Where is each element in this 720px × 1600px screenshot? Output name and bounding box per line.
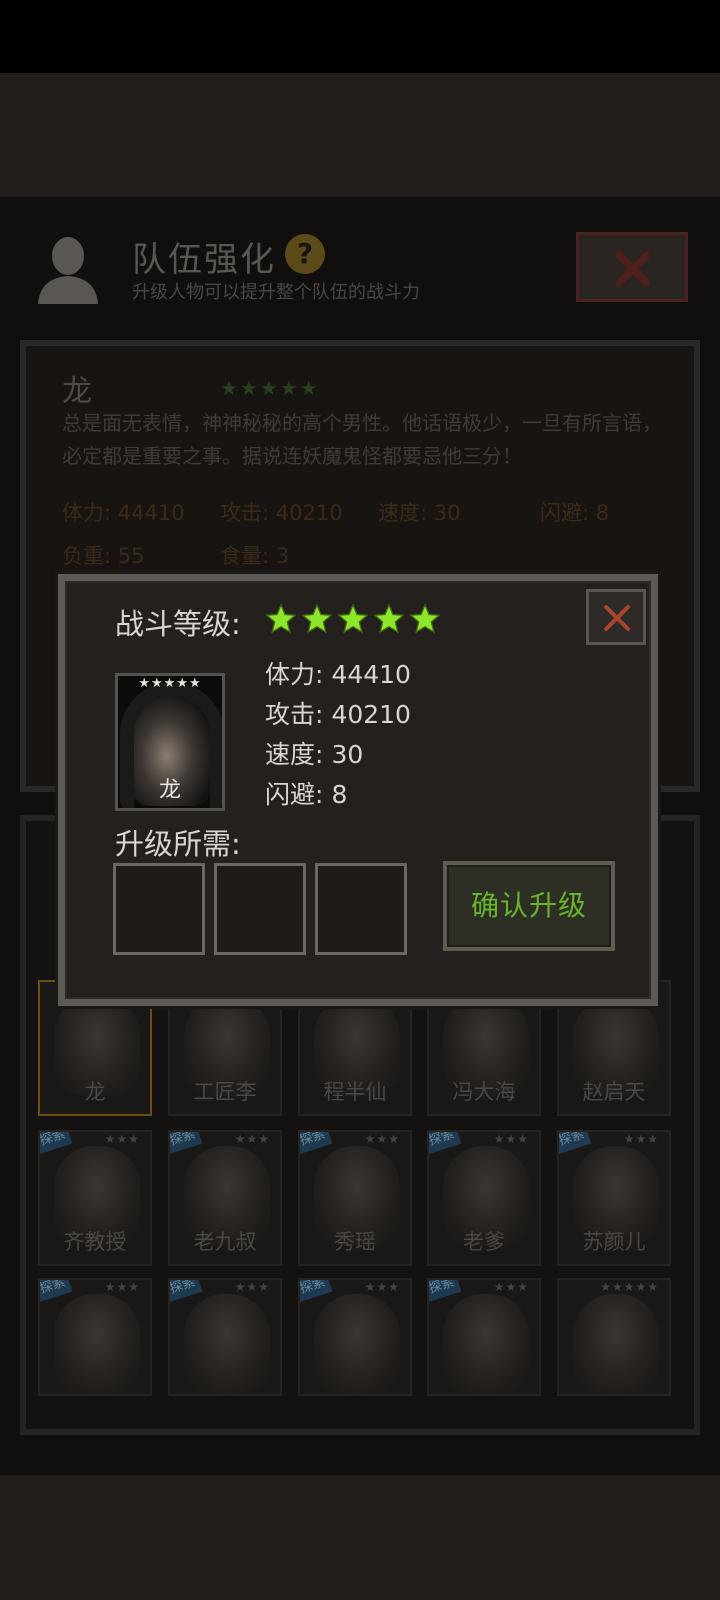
character-card-stars: ★★★ bbox=[493, 1132, 529, 1146]
confirm-upgrade-button[interactable]: 确认升级 bbox=[443, 861, 615, 951]
battle-level-label: 战斗等级: bbox=[115, 607, 241, 641]
character-card-stars: ★★★ bbox=[234, 1280, 270, 1294]
character-card-name: 冯大海 bbox=[452, 1080, 516, 1104]
character-card-name: 老九叔 bbox=[193, 1230, 257, 1254]
info-stat: 闪避: 8 bbox=[540, 501, 610, 525]
character-portrait-image bbox=[54, 1294, 140, 1394]
info-stat: 食量: 3 bbox=[220, 544, 290, 568]
help-icon[interactable]: ? bbox=[285, 234, 325, 274]
explore-tag: 探索 bbox=[170, 1132, 203, 1154]
battle-level-stars bbox=[265, 603, 441, 635]
requirement-slot[interactable] bbox=[214, 863, 306, 955]
star-icon bbox=[373, 603, 405, 634]
stat-label: 攻击: bbox=[265, 700, 324, 729]
stat-value: 40210 bbox=[331, 700, 411, 729]
character-card-name: 秀瑶 bbox=[334, 1230, 376, 1254]
top-letterbox bbox=[0, 73, 720, 197]
stat-row-attack: 攻击: 40210 bbox=[265, 695, 411, 731]
team-avatar-icon bbox=[34, 234, 102, 304]
character-description: 总是面无表情，神神秘秘的高个男性。他话语极少，一旦有所言语，必定都是重要之事。据… bbox=[62, 411, 662, 468]
info-stat: 体力: 44410 bbox=[62, 501, 185, 525]
character-stars: ★★★★★ bbox=[220, 376, 320, 400]
stat-label: 闪避: bbox=[265, 780, 324, 809]
character-card[interactable]: ★★★ 探索齐教授 bbox=[38, 1130, 152, 1266]
stat-row-speed: 速度: 30 bbox=[265, 735, 363, 771]
character-card-stars: ★★★ bbox=[364, 1132, 400, 1146]
explore-tag: 探索 bbox=[40, 1280, 73, 1302]
requirements-label: 升级所需: bbox=[115, 827, 241, 861]
stat-value: 30 bbox=[331, 740, 364, 769]
character-card-stars: ★★★ bbox=[623, 1132, 659, 1146]
character-card[interactable]: ★★★ 探索 bbox=[168, 1278, 282, 1396]
stat-label: 体力: bbox=[265, 660, 324, 689]
dialog-close-button[interactable] bbox=[586, 589, 646, 645]
character-card-stars: ★★★ bbox=[104, 1280, 140, 1294]
info-stat: 速度: 30 bbox=[378, 501, 461, 525]
character-portrait-image bbox=[314, 1294, 400, 1394]
page-title: 队伍强化 bbox=[132, 240, 276, 280]
explore-tag: 探索 bbox=[300, 1280, 333, 1302]
character-card-stars: ★★★ bbox=[234, 1132, 270, 1146]
character-portrait-image bbox=[184, 1294, 270, 1394]
status-bar bbox=[0, 0, 720, 73]
character-card[interactable]: ★★★★★ bbox=[557, 1278, 671, 1396]
character-card-name: 赵启天 bbox=[582, 1080, 646, 1104]
character-card-name: 齐教授 bbox=[63, 1230, 127, 1254]
star-icon bbox=[265, 603, 297, 634]
character-portrait-image bbox=[573, 1294, 659, 1394]
panel-close-button[interactable] bbox=[576, 232, 688, 302]
stat-value: 8 bbox=[331, 780, 348, 809]
page-subtitle: 升级人物可以提升整个队伍的战斗力 bbox=[132, 282, 420, 303]
character-card[interactable]: ★★★ 探索苏颜儿 bbox=[557, 1130, 671, 1266]
star-icon bbox=[409, 603, 441, 634]
character-card-stars: ★★★ bbox=[493, 1280, 529, 1294]
close-icon bbox=[604, 605, 630, 631]
character-card-name: 龙 bbox=[84, 1080, 106, 1104]
explore-tag: 探索 bbox=[170, 1280, 203, 1302]
character-card-stars: ★★★ bbox=[104, 1132, 140, 1146]
character-card-stars: ★★★ bbox=[364, 1280, 400, 1294]
character-name: 龙 bbox=[62, 374, 92, 409]
stat-row-hp: 体力: 44410 bbox=[265, 655, 411, 691]
stat-row-dodge: 闪避: 8 bbox=[265, 775, 347, 811]
close-icon bbox=[615, 251, 651, 287]
bottom-letterbox bbox=[0, 1475, 720, 1600]
stat-value: 44410 bbox=[331, 660, 411, 689]
character-card[interactable]: ★★★ 探索 bbox=[298, 1278, 412, 1396]
character-card[interactable]: ★★★ 探索老爹 bbox=[427, 1130, 541, 1266]
character-card-name: 老爹 bbox=[463, 1230, 505, 1254]
explore-tag: 探索 bbox=[300, 1132, 333, 1154]
character-portrait: ★★★★★ 龙 bbox=[115, 673, 225, 811]
info-stat: 负重: 55 bbox=[62, 544, 145, 568]
portrait-name: 龙 bbox=[158, 778, 181, 803]
portrait-stars: ★★★★★ bbox=[138, 676, 202, 691]
character-card[interactable]: ★★★ 探索秀瑶 bbox=[298, 1130, 412, 1266]
character-card[interactable]: ★★★ 探索 bbox=[427, 1278, 541, 1396]
character-card-name: 工匠李 bbox=[193, 1080, 257, 1104]
explore-tag: 探索 bbox=[559, 1132, 592, 1154]
character-card-name: 苏颜儿 bbox=[582, 1230, 646, 1254]
character-card[interactable]: ★★★ 探索 bbox=[38, 1278, 152, 1396]
character-portrait-image bbox=[443, 1294, 529, 1394]
stat-label: 速度: bbox=[265, 740, 324, 769]
upgrade-dialog: 战斗等级: ★★★★★ 龙 体力: 44410 攻击: 40210 速度: 30 闪避… bbox=[58, 574, 658, 1006]
character-card[interactable]: ★★★ 探索老九叔 bbox=[168, 1130, 282, 1266]
explore-tag: 探索 bbox=[40, 1132, 73, 1154]
requirement-slot[interactable] bbox=[113, 863, 205, 955]
info-stat: 攻击: 40210 bbox=[220, 501, 343, 525]
star-icon bbox=[301, 603, 333, 634]
explore-tag: 探索 bbox=[429, 1280, 462, 1302]
character-card-stars: ★★★★★ bbox=[600, 1280, 659, 1294]
explore-tag: 探索 bbox=[429, 1132, 462, 1154]
requirement-slot[interactable] bbox=[315, 863, 407, 955]
character-card-name: 程半仙 bbox=[323, 1080, 387, 1104]
star-icon bbox=[337, 603, 369, 634]
